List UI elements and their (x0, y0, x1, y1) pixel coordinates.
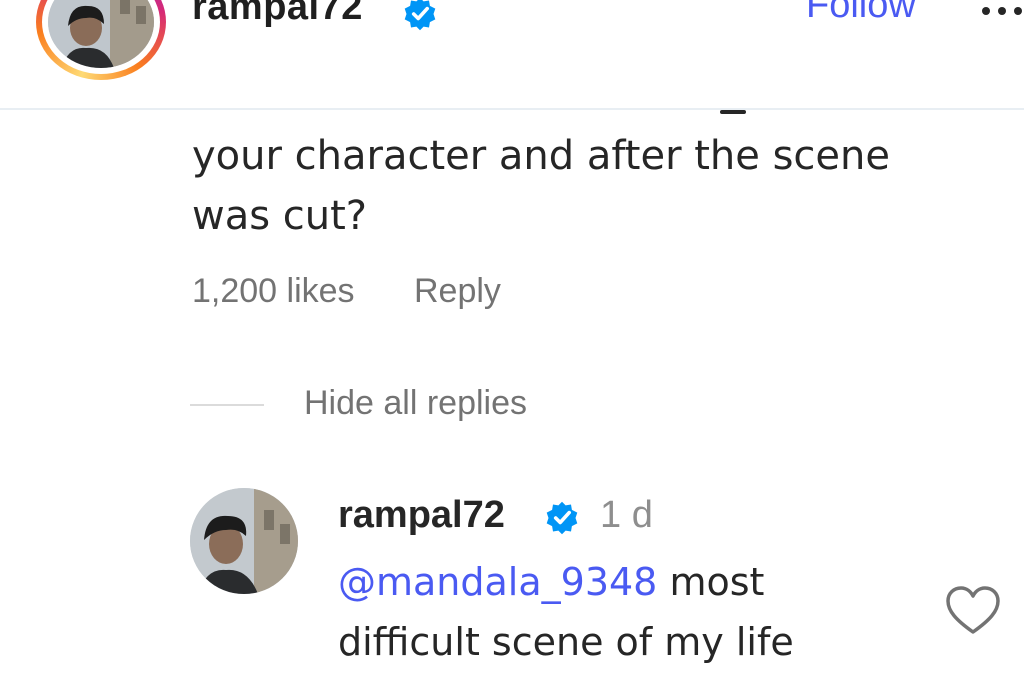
verified-badge-icon (404, 0, 436, 31)
post-header: rampal72 Follow (0, 0, 1024, 110)
reply-text: @mandala_9348 most difficult scene of my… (338, 552, 898, 672)
follow-button[interactable]: Follow (806, 0, 916, 27)
verified-badge-icon (546, 501, 578, 535)
reply-avatar[interactable] (190, 488, 298, 594)
mention-link[interactable]: @mandala_9348 (338, 560, 657, 604)
hide-replies-button[interactable]: Hide all replies (304, 384, 527, 423)
clipped-text-descender (720, 110, 746, 114)
comment-text: your character and after the scene was c… (192, 133, 890, 239)
replies-divider (190, 404, 264, 406)
reply-avatar-image (190, 488, 298, 594)
instagram-post-comments: rampal72 Follow your character and after… (0, 0, 1024, 683)
heart-outline-icon[interactable] (944, 584, 1002, 638)
post-author-name[interactable]: rampal72 (192, 0, 363, 29)
story-ring-avatar[interactable] (36, 0, 166, 80)
comment-likes-count[interactable]: 1,200 likes (192, 272, 355, 311)
reply-button[interactable]: Reply (414, 272, 501, 311)
reply-author-name[interactable]: rampal72 (338, 494, 505, 537)
more-horizontal-icon[interactable] (980, 6, 1024, 16)
reply-timestamp: 1 d (600, 494, 653, 536)
